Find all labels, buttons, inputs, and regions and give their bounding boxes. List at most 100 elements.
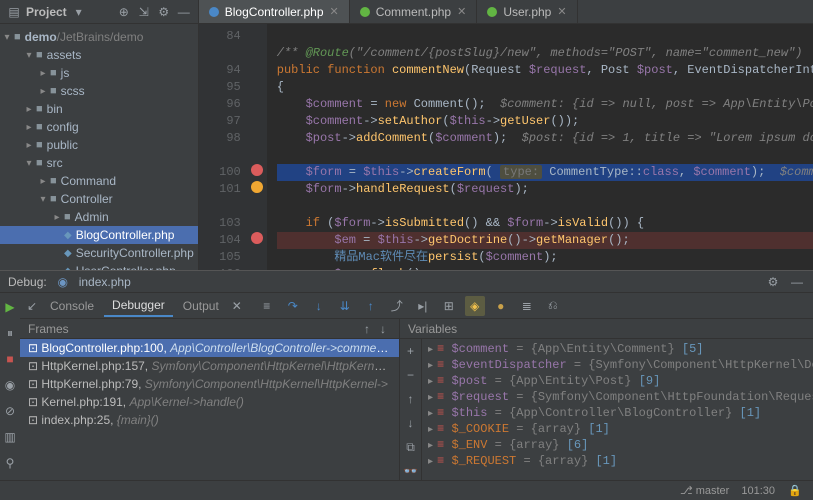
breakpoint-icon[interactable] [251, 164, 263, 176]
project-sidebar: ▤ Project ▾ ⊕ ⇲ ⚙ — ▾■ demo /JetBrains/d… [0, 0, 199, 270]
git-branch[interactable]: ⎇ master [680, 484, 729, 497]
add-watch-icon[interactable]: + [403, 343, 419, 359]
tree-folder[interactable]: ▸■Admin [0, 208, 198, 226]
remove-watch-icon[interactable]: − [403, 367, 419, 383]
frame-list[interactable]: ⊡ BlogController.php:100, App\Controller… [20, 339, 399, 480]
gear-icon[interactable]: ⚙ [156, 4, 172, 20]
editor-tabs: BlogController.php✕Comment.php✕User.php✕ [199, 0, 813, 24]
debug-tabs: ↙ Console Debugger Output ✕ ≡ ↷ ↓ ⇊ ↑ ⤴ … [20, 293, 813, 319]
tree-file[interactable]: ◆UserController.php [0, 262, 198, 270]
pause-button[interactable]: ⏸ [0, 323, 20, 343]
chevron-down-icon[interactable]: ▾ [71, 4, 87, 20]
close-icon[interactable]: ✕ [557, 5, 566, 18]
step-into-button[interactable]: ↓ [309, 296, 329, 316]
stack-frame[interactable]: ⊡ HttpKernel.php:157, Symfony\Component\… [20, 357, 399, 375]
tree-folder[interactable]: ▸■js [0, 64, 198, 82]
variable-row[interactable]: ▸≡ $comment = {App\Entity\Comment} [5] [422, 341, 813, 357]
down-icon[interactable]: ↓ [403, 415, 419, 431]
evaluate-button[interactable]: ⊞ [439, 296, 459, 316]
thread-dump-button[interactable]: ⎌ [543, 296, 563, 316]
stop-button[interactable]: ■ [0, 349, 20, 369]
file-type-icon [209, 7, 219, 17]
restore-layout-icon[interactable]: ↙ [24, 298, 40, 314]
stack-frame[interactable]: ⊡ index.php:25, {main}() [20, 411, 399, 429]
tree-folder[interactable]: ▸■scss [0, 82, 198, 100]
step-over-button[interactable]: ↷ [283, 296, 303, 316]
collapse-icon[interactable]: ⇲ [136, 4, 152, 20]
editor-tab[interactable]: User.php✕ [477, 0, 577, 23]
line-gutter: 84 9495969798 100101 103104105106 [199, 24, 249, 270]
tree-folder[interactable]: ▾■assets [0, 46, 198, 64]
variable-row[interactable]: ▸≡ $request = {Symfony\Component\HttpFou… [422, 389, 813, 405]
project-title: Project [26, 5, 67, 19]
root-path: /JetBrains/demo [57, 30, 144, 44]
hide-icon[interactable]: — [176, 4, 192, 20]
close-icon[interactable]: ✕ [229, 298, 245, 314]
frames-title: Frames [28, 322, 69, 336]
run-to-cursor-button[interactable]: ▸| [413, 296, 433, 316]
frames-pane: Frames ↑ ↓ ⊡ BlogController.php:100, App… [20, 319, 400, 480]
show-execution-point-button[interactable]: ≡ [257, 296, 277, 316]
next-frame-icon[interactable]: ↓ [375, 321, 391, 337]
editor-tab[interactable]: BlogController.php✕ [199, 0, 350, 23]
mute-breakpoints-button[interactable]: ⊘ [0, 401, 20, 421]
tree-file[interactable]: ◆SecurityController.php [0, 244, 198, 262]
tree-folder[interactable]: ▸■Command [0, 172, 198, 190]
variable-row[interactable]: ▸≡ $post = {App\Entity\Post} [9] [422, 373, 813, 389]
debug-session: index.php [79, 275, 131, 289]
target-icon[interactable]: ⊕ [116, 4, 132, 20]
debug-title: Debug: [8, 275, 47, 289]
hide-icon[interactable]: — [789, 274, 805, 290]
variable-list[interactable]: ▸≡ $comment = {App\Entity\Comment} [5]▸≡… [422, 339, 813, 480]
stack-frame[interactable]: ⊡ BlogController.php:100, App\Controller… [20, 339, 399, 357]
profile-button[interactable]: ● [491, 296, 511, 316]
tree-folder[interactable]: ▸■bin [0, 100, 198, 118]
list-icon[interactable]: ≣ [517, 296, 537, 316]
tree-folder[interactable]: ▾■src [0, 154, 198, 172]
pin-button[interactable]: ⚲ [0, 453, 20, 473]
up-icon[interactable]: ↑ [403, 391, 419, 407]
view-breakpoints-button[interactable]: ◉ [0, 375, 20, 395]
gear-icon[interactable]: ⚙ [765, 274, 781, 290]
tab-debugger[interactable]: Debugger [104, 295, 173, 317]
tab-console[interactable]: Console [42, 296, 102, 316]
debug-header: Debug: ◉ index.php ⚙ — [0, 271, 813, 293]
tree-folder[interactable]: ▾■Controller [0, 190, 198, 208]
tree-folder[interactable]: ▸■config [0, 118, 198, 136]
close-icon[interactable]: ✕ [457, 5, 466, 18]
drop-frame-button[interactable]: ⤴ [387, 296, 407, 316]
close-icon[interactable]: ✕ [330, 5, 339, 18]
code-area[interactable]: 84 9495969798 100101 103104105106 /** @R… [199, 24, 813, 270]
resume-button[interactable]: ▶ [0, 297, 20, 317]
variable-row[interactable]: ▸≡ $this = {App\Controller\BlogControlle… [422, 405, 813, 421]
step-out-button[interactable]: ↑ [361, 296, 381, 316]
tab-output[interactable]: Output [175, 296, 227, 316]
project-tree[interactable]: ▾■ demo /JetBrains/demo ▾■assets▸■js▸■sc… [0, 24, 198, 270]
breakpoint-icon[interactable] [251, 232, 263, 244]
variable-row[interactable]: ▸≡ $_ENV = {array} [6] [422, 437, 813, 453]
prev-frame-icon[interactable]: ↑ [359, 321, 375, 337]
copy-icon[interactable]: ⧉ [403, 439, 419, 455]
variable-row[interactable]: ▸≡ $_REQUEST = {array} [1] [422, 453, 813, 469]
code-content[interactable]: /** @Route("/comment/{postSlug}/new", me… [267, 24, 813, 270]
tree-root[interactable]: ▾■ demo /JetBrains/demo [0, 28, 198, 46]
editor-tab[interactable]: Comment.php✕ [350, 0, 478, 23]
debug-panel: Debug: ◉ index.php ⚙ — ▶ ⏸ ■ ◉ ⊘ ▥ ⚲ ↙ C… [0, 270, 813, 480]
variable-row[interactable]: ▸≡ $eventDispatcher = {Symfony\Component… [422, 357, 813, 373]
variables-pane: Variables + − ↑ ↓ ⧉ 👓 ▸≡ $comment [400, 319, 813, 480]
stack-frame[interactable]: ⊡ Kernel.php:191, App\Kernel->handle() [20, 393, 399, 411]
trace-button[interactable]: ◈ [465, 296, 485, 316]
tree-folder[interactable]: ▸■public [0, 136, 198, 154]
stack-frame[interactable]: ⊡ HttpKernel.php:79, Symfony\Component\H… [20, 375, 399, 393]
force-step-into-button[interactable]: ⇊ [335, 296, 355, 316]
glasses-icon[interactable]: 👓 [403, 463, 419, 479]
lock-icon[interactable]: 🔒 [787, 483, 803, 499]
php-icon: ◉ [55, 274, 71, 290]
tree-file[interactable]: ◆BlogController.php [0, 226, 198, 244]
intention-bulb-icon[interactable] [251, 181, 263, 193]
variable-row[interactable]: ▸≡ $_COOKIE = {array} [1] [422, 421, 813, 437]
project-header: ▤ Project ▾ ⊕ ⇲ ⚙ — [0, 0, 198, 24]
file-type-icon [487, 7, 497, 17]
editor-area: BlogController.php✕Comment.php✕User.php✕… [199, 0, 813, 270]
settings-button[interactable]: ▥ [0, 427, 20, 447]
